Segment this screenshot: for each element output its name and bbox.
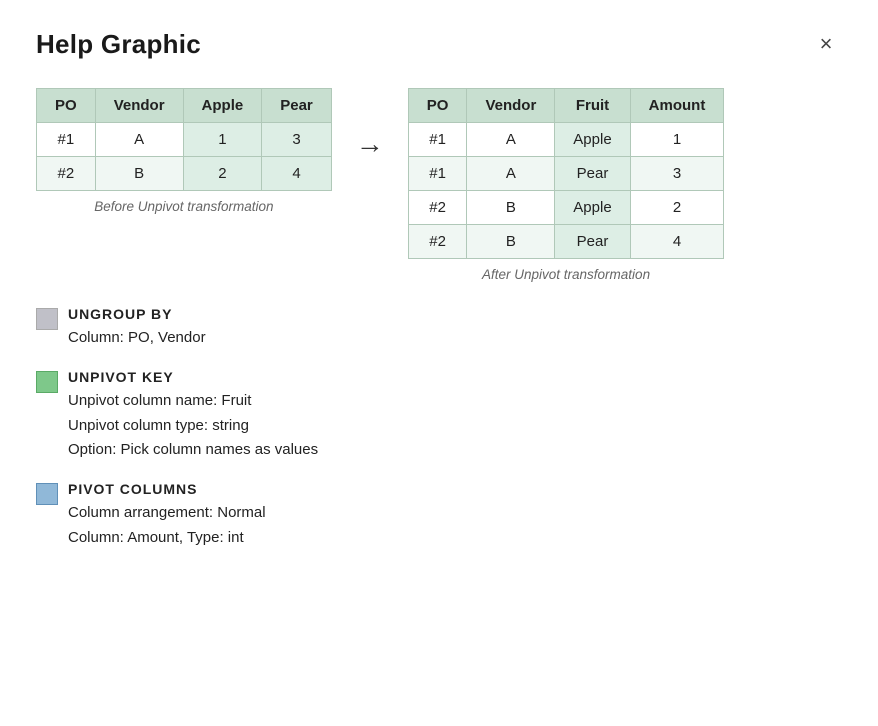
before-table: PO Vendor Apple Pear #1 A 1 3 #2 — [36, 88, 332, 191]
before-caption: Before Unpivot transformation — [94, 199, 273, 214]
cell: Apple — [555, 123, 630, 157]
cell: 2 — [630, 191, 724, 225]
unpivot-key-legend-box — [36, 371, 58, 393]
cell: A — [467, 123, 555, 157]
close-button[interactable]: × — [810, 28, 842, 60]
after-col-po: PO — [408, 89, 467, 123]
cell: 3 — [630, 157, 724, 191]
cell: 4 — [630, 225, 724, 259]
after-col-vendor: Vendor — [467, 89, 555, 123]
table-row: #1 A Apple 1 — [408, 123, 724, 157]
cell: #2 — [408, 191, 467, 225]
unpivot-key-label: UNPIVOT KEY — [68, 369, 318, 385]
dialog-title: Help Graphic — [36, 29, 201, 60]
cell: B — [467, 225, 555, 259]
cell: B — [467, 191, 555, 225]
table-row: #2 B Apple 2 — [408, 191, 724, 225]
before-col-po: PO — [37, 89, 96, 123]
cell: 2 — [183, 157, 262, 191]
unpivot-key-info: UNPIVOT KEY Unpivot column name: Fruit U… — [68, 369, 318, 463]
ungroup-legend-box — [36, 308, 58, 330]
after-table-block: PO Vendor Fruit Amount #1 A Apple 1 #1 — [408, 88, 725, 282]
cell: Pear — [555, 157, 630, 191]
arrow: → — [356, 88, 384, 160]
before-col-apple: Apple — [183, 89, 262, 123]
pivot-columns-info: PIVOT COLUMNS Column arrangement: Normal… — [68, 481, 266, 551]
cell: #1 — [408, 123, 467, 157]
after-caption: After Unpivot transformation — [482, 267, 650, 282]
unpivot-key-text1: Unpivot column name: Fruit — [68, 389, 318, 414]
tables-area: PO Vendor Apple Pear #1 A 1 3 #2 — [36, 88, 842, 282]
cell: #1 — [408, 157, 467, 191]
help-graphic-dialog: Help Graphic × PO Vendor Apple Pear #1 A — [0, 0, 878, 726]
cell: B — [95, 157, 183, 191]
before-col-pear: Pear — [262, 89, 332, 123]
cell: A — [467, 157, 555, 191]
unpivot-key-text2: Unpivot column type: string — [68, 414, 318, 439]
pivot-columns-text2: Column: Amount, Type: int — [68, 526, 266, 551]
pivot-columns-row: PIVOT COLUMNS Column arrangement: Normal… — [36, 481, 842, 551]
table-row: #2 B 2 4 — [37, 157, 332, 191]
table-row: #1 A Pear 3 — [408, 157, 724, 191]
ungroup-text: Column: PO, Vendor — [68, 326, 206, 351]
cell: 1 — [183, 123, 262, 157]
cell: 3 — [262, 123, 332, 157]
ungroup-row: UNGROUP BY Column: PO, Vendor — [36, 306, 842, 351]
after-table: PO Vendor Fruit Amount #1 A Apple 1 #1 — [408, 88, 725, 259]
table-row: #1 A 1 3 — [37, 123, 332, 157]
pivot-columns-label: PIVOT COLUMNS — [68, 481, 266, 497]
before-table-block: PO Vendor Apple Pear #1 A 1 3 #2 — [36, 88, 332, 214]
pivot-columns-legend-box — [36, 483, 58, 505]
cell: Apple — [555, 191, 630, 225]
cell: 1 — [630, 123, 724, 157]
cell: 4 — [262, 157, 332, 191]
cell: #1 — [37, 123, 96, 157]
info-section: UNGROUP BY Column: PO, Vendor UNPIVOT KE… — [36, 306, 842, 551]
cell: #2 — [408, 225, 467, 259]
unpivot-key-text3: Option: Pick column names as values — [68, 438, 318, 463]
table-row: #2 B Pear 4 — [408, 225, 724, 259]
after-col-amount: Amount — [630, 89, 724, 123]
cell: #2 — [37, 157, 96, 191]
ungroup-label: UNGROUP BY — [68, 306, 206, 322]
unpivot-key-row: UNPIVOT KEY Unpivot column name: Fruit U… — [36, 369, 842, 463]
pivot-columns-text1: Column arrangement: Normal — [68, 501, 266, 526]
cell: Pear — [555, 225, 630, 259]
ungroup-info: UNGROUP BY Column: PO, Vendor — [68, 306, 206, 351]
after-col-fruit: Fruit — [555, 89, 630, 123]
cell: A — [95, 123, 183, 157]
dialog-header: Help Graphic × — [36, 28, 842, 60]
before-col-vendor: Vendor — [95, 89, 183, 123]
